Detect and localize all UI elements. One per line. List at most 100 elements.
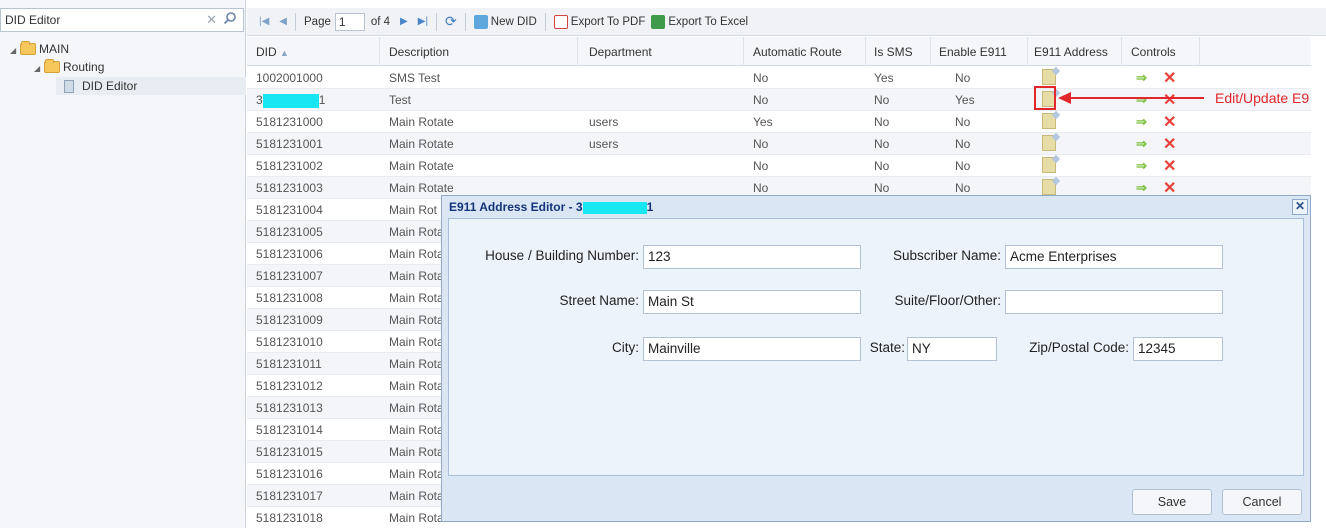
folder-icon bbox=[44, 59, 60, 73]
cell-description: Main Rota bbox=[389, 379, 444, 393]
column-header-is-sms[interactable]: Is SMS bbox=[874, 45, 913, 59]
subscriber-name-input[interactable]: Acme Enterprises bbox=[1005, 245, 1223, 269]
clear-icon[interactable]: ✕ bbox=[206, 12, 217, 28]
cell-enable-e911: No bbox=[955, 181, 971, 195]
column-header-did[interactable]: DID ▲ bbox=[256, 45, 289, 59]
edit-e911-address-icon[interactable] bbox=[1042, 157, 1056, 173]
cell-did: 31 bbox=[256, 93, 326, 108]
cell-description: Main Rota bbox=[389, 225, 444, 239]
last-page-icon[interactable]: ▶| bbox=[418, 16, 428, 27]
excel-icon bbox=[651, 14, 666, 29]
table-row[interactable]: 3 1 Test No No Yes ⇒ ✕ bbox=[247, 89, 1311, 111]
cell-department: users bbox=[589, 115, 619, 129]
search-icon[interactable] bbox=[223, 11, 237, 25]
toolbar-divider bbox=[544, 12, 546, 31]
column-header-enable-e911[interactable]: Enable E911 bbox=[939, 45, 1007, 59]
column-header-automatic-route[interactable]: Automatic Route bbox=[753, 45, 842, 59]
export-pdf-button[interactable]: Export To PDF bbox=[553, 14, 645, 29]
street-name-label: Street Name: bbox=[559, 293, 639, 308]
export-excel-button[interactable]: Export To Excel bbox=[651, 14, 748, 29]
route-arrow-icon[interactable]: ⇒ bbox=[1136, 180, 1147, 196]
new-did-button[interactable]: New DID bbox=[473, 14, 537, 29]
first-page-icon[interactable]: |◀ bbox=[259, 16, 269, 27]
suite-floor-label: Suite/Floor/Other: bbox=[894, 293, 1001, 308]
column-header-e911-address[interactable]: E911 Address bbox=[1034, 45, 1108, 59]
state-input[interactable]: NY bbox=[907, 337, 997, 361]
cell-did: 5181231011 bbox=[256, 357, 322, 371]
cell-description: Main Rota bbox=[389, 335, 444, 349]
street-name-input[interactable]: Main St bbox=[643, 290, 861, 314]
prev-page-icon[interactable]: ◀ bbox=[279, 16, 287, 27]
edit-e911-address-icon[interactable] bbox=[1042, 69, 1056, 85]
state-label: State: bbox=[869, 340, 905, 355]
route-arrow-icon[interactable]: ⇒ bbox=[1136, 114, 1147, 130]
cell-did: 5181231004 bbox=[256, 203, 323, 217]
edit-e911-address-icon[interactable] bbox=[1042, 135, 1056, 151]
cell-is-sms: No bbox=[874, 93, 890, 107]
route-arrow-icon[interactable]: ⇒ bbox=[1136, 70, 1147, 86]
table-row[interactable]: 1002001000 SMS Test No Yes No ⇒ ✕ bbox=[247, 67, 1311, 89]
expanded-triangle-icon[interactable]: ◢ bbox=[34, 64, 41, 73]
cell-did: 5181231005 bbox=[256, 225, 323, 239]
delete-icon[interactable]: ✕ bbox=[1163, 90, 1176, 110]
cell-enable-e911: Yes bbox=[955, 93, 975, 107]
cell-is-sms: No bbox=[874, 137, 890, 151]
edit-e911-address-icon[interactable] bbox=[1042, 113, 1056, 129]
tree-item-label: Routing bbox=[63, 60, 105, 74]
column-header-description[interactable]: Description bbox=[389, 45, 449, 59]
cell-is-sms: No bbox=[874, 181, 890, 195]
delete-icon[interactable]: ✕ bbox=[1163, 112, 1176, 132]
grid-header: DID ▲ Description Department Automatic R… bbox=[247, 37, 1311, 66]
cell-description: Main Rota bbox=[389, 511, 444, 525]
cell-did: 5181231000 bbox=[256, 115, 323, 129]
cancel-button[interactable]: Cancel bbox=[1222, 489, 1302, 515]
page-number-input[interactable]: 1 bbox=[334, 12, 365, 31]
zip-code-input[interactable]: 12345 bbox=[1133, 337, 1223, 361]
tree-item-did-editor[interactable]: DID Editor bbox=[64, 77, 137, 95]
cell-description: Main Rota bbox=[389, 247, 444, 261]
tree-item-main[interactable]: ◢ MAIN bbox=[10, 40, 69, 58]
dialog-body: House / Building Number: 123 Subscriber … bbox=[448, 218, 1304, 476]
table-row[interactable]: 5181231000 Main Rotate users Yes No No ⇒ ✕ bbox=[247, 111, 1311, 133]
suite-floor-input[interactable] bbox=[1005, 290, 1223, 314]
save-button[interactable]: Save bbox=[1132, 489, 1212, 515]
document-icon bbox=[64, 79, 74, 93]
delete-icon[interactable]: ✕ bbox=[1163, 68, 1176, 88]
cell-did: 5181231012 bbox=[256, 379, 323, 393]
next-page-icon[interactable]: ▶ bbox=[400, 16, 408, 27]
e911-address-editor-dialog: E911 Address Editor - 31 ✕ House / Build… bbox=[441, 195, 1311, 522]
table-row[interactable]: 5181231002 Main Rotate No No No ⇒ ✕ bbox=[247, 155, 1311, 177]
table-row[interactable]: 5181231001 Main Rotate users No No No ⇒ ✕ bbox=[247, 133, 1311, 155]
delete-icon[interactable]: ✕ bbox=[1163, 134, 1176, 154]
expanded-triangle-icon[interactable]: ◢ bbox=[10, 46, 17, 55]
cell-automatic-route: No bbox=[753, 71, 769, 85]
cell-enable-e911: No bbox=[955, 137, 971, 151]
zip-code-label: Zip/Postal Code: bbox=[1029, 340, 1129, 355]
toolbar-divider bbox=[464, 12, 466, 31]
column-header-department[interactable]: Department bbox=[589, 45, 652, 59]
cell-is-sms: No bbox=[874, 159, 890, 173]
delete-icon[interactable]: ✕ bbox=[1163, 156, 1176, 176]
route-arrow-icon[interactable]: ⇒ bbox=[1136, 136, 1147, 152]
edit-e911-address-icon[interactable] bbox=[1042, 179, 1056, 195]
city-input[interactable]: Mainville bbox=[643, 337, 861, 361]
tree-panel: DID Editor ✕ ◢ MAIN ◢ Routing DID Editor bbox=[0, 0, 246, 528]
house-number-label: House / Building Number: bbox=[485, 248, 639, 263]
route-arrow-icon[interactable]: ⇒ bbox=[1136, 158, 1147, 174]
tree-search-input[interactable]: DID Editor ✕ bbox=[0, 8, 244, 32]
cell-did: 5181231015 bbox=[256, 445, 323, 459]
refresh-icon[interactable]: ⟳ bbox=[445, 13, 457, 30]
route-arrow-icon[interactable]: ⇒ bbox=[1136, 92, 1147, 108]
cell-automatic-route: No bbox=[753, 93, 769, 107]
tree-item-label: DID Editor bbox=[82, 79, 138, 93]
cell-enable-e911: No bbox=[955, 71, 971, 85]
cell-did: 5181231001 bbox=[256, 137, 323, 151]
cell-automatic-route: No bbox=[753, 137, 769, 151]
close-icon[interactable]: ✕ bbox=[1292, 199, 1308, 215]
cell-is-sms: Yes bbox=[874, 71, 894, 85]
cell-did: 5181231009 bbox=[256, 313, 323, 327]
cell-did: 5181231003 bbox=[256, 181, 323, 195]
toolbar-divider bbox=[436, 12, 438, 31]
house-number-input[interactable]: 123 bbox=[643, 245, 861, 269]
tree-item-routing[interactable]: ◢ Routing bbox=[34, 58, 104, 76]
